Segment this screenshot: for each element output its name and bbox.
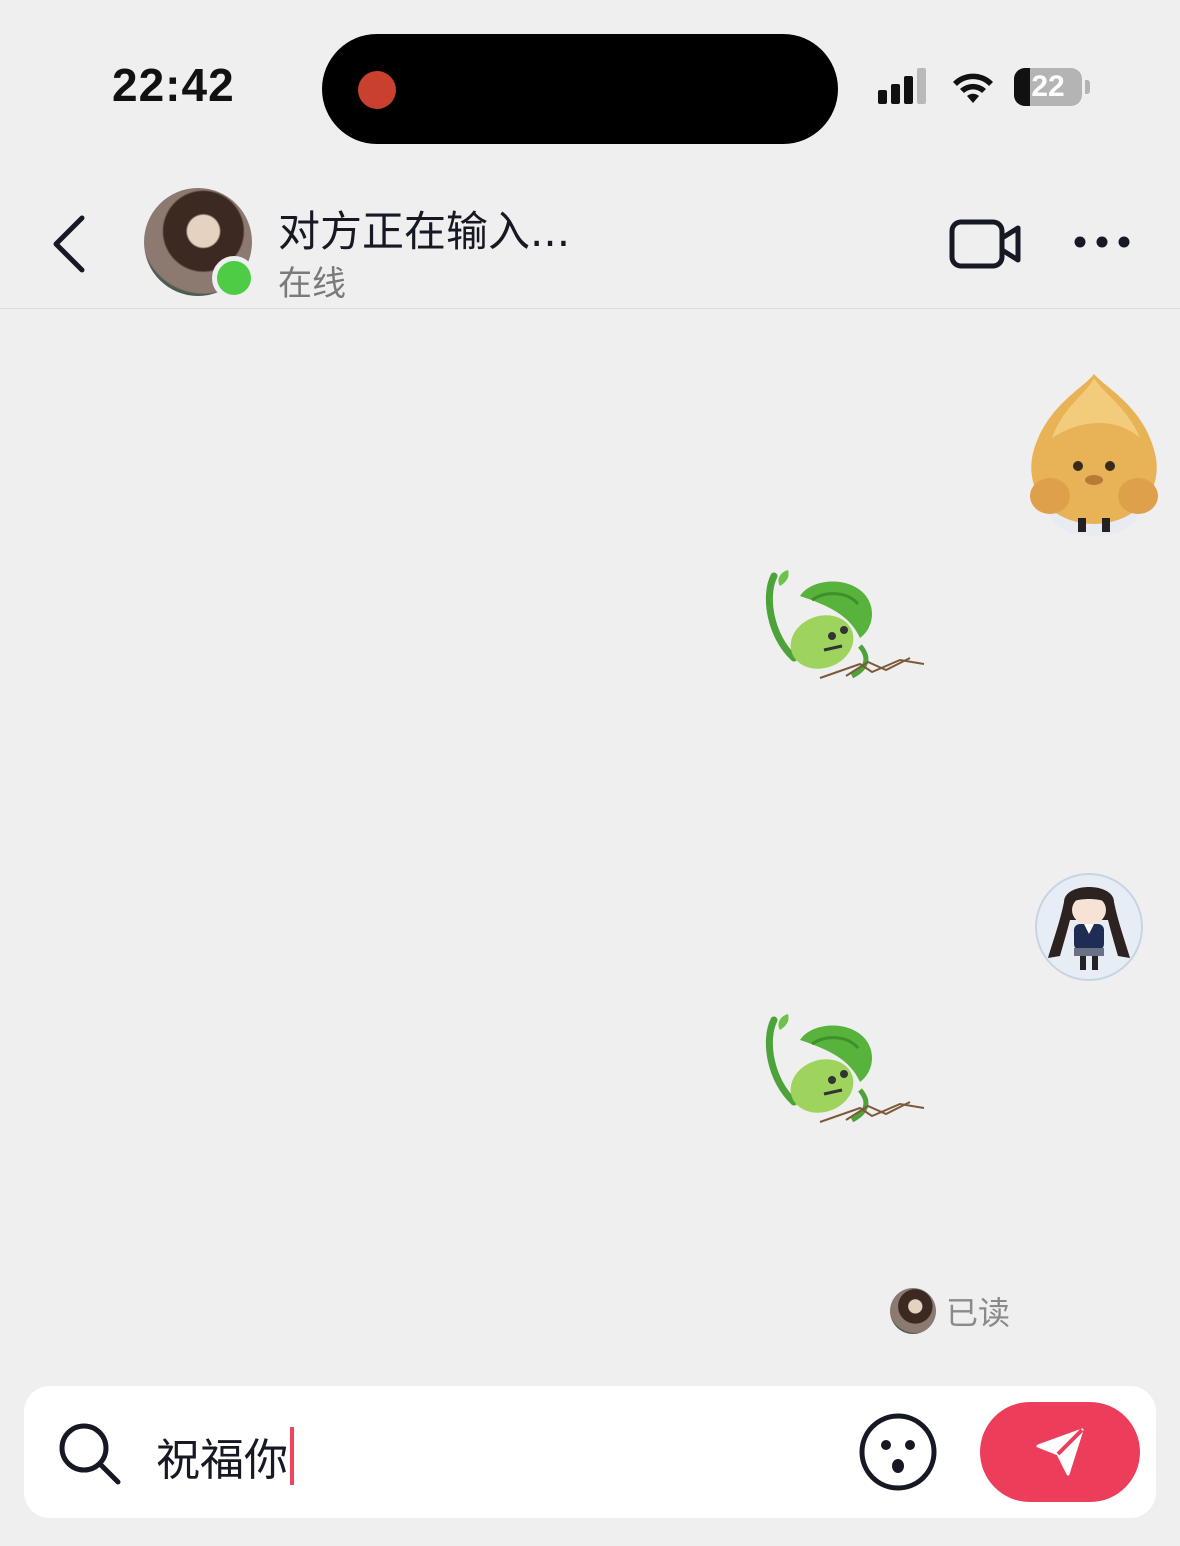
emoji-icon[interactable] bbox=[858, 1412, 938, 1492]
bok-choy-sticker[interactable] bbox=[760, 1010, 930, 1130]
yellow-blob-sticker[interactable] bbox=[1022, 368, 1164, 540]
chevron-left-icon[interactable] bbox=[44, 212, 94, 276]
send-icon bbox=[1036, 1428, 1084, 1476]
chat-title: 对方正在输入... bbox=[278, 207, 571, 256]
battery-indicator: 22 bbox=[1014, 68, 1082, 106]
bok-choy-sticker[interactable] bbox=[760, 566, 930, 686]
send-button[interactable] bbox=[980, 1402, 1140, 1502]
battery-level: 22 bbox=[1031, 70, 1065, 103]
read-receipt-label: 已读 bbox=[946, 1294, 1011, 1332]
read-receipt: 已读 bbox=[890, 1288, 1010, 1334]
search-icon[interactable] bbox=[56, 1420, 124, 1488]
message-input[interactable]: 祝福你 bbox=[156, 1424, 294, 1488]
dynamic-island bbox=[322, 34, 838, 144]
read-receipt-avatar bbox=[890, 1288, 936, 1334]
recording-indicator-icon bbox=[358, 71, 396, 109]
contact-avatar[interactable] bbox=[144, 188, 256, 300]
online-status-dot bbox=[212, 256, 256, 300]
more-dots-icon[interactable] bbox=[1072, 234, 1132, 250]
video-camera-icon[interactable] bbox=[948, 218, 1022, 270]
battery-cap bbox=[1085, 80, 1090, 94]
wifi-icon bbox=[953, 73, 993, 103]
status-time: 22:42 bbox=[112, 59, 235, 111]
message-composer: 祝福你 bbox=[24, 1386, 1156, 1518]
text-caret bbox=[290, 1427, 294, 1485]
cellular-signal-icon bbox=[878, 68, 926, 104]
chat-header: 对方正在输入... 在线 bbox=[0, 160, 1180, 309]
online-status-text: 在线 bbox=[278, 264, 346, 304]
chat-screen: 22:42 22 对方正在输入... 在线 已读 祝福你 bbox=[0, 0, 1180, 1546]
anime-girl-sticker[interactable] bbox=[1034, 872, 1144, 982]
message-input-text: 祝福你 bbox=[156, 1435, 288, 1486]
